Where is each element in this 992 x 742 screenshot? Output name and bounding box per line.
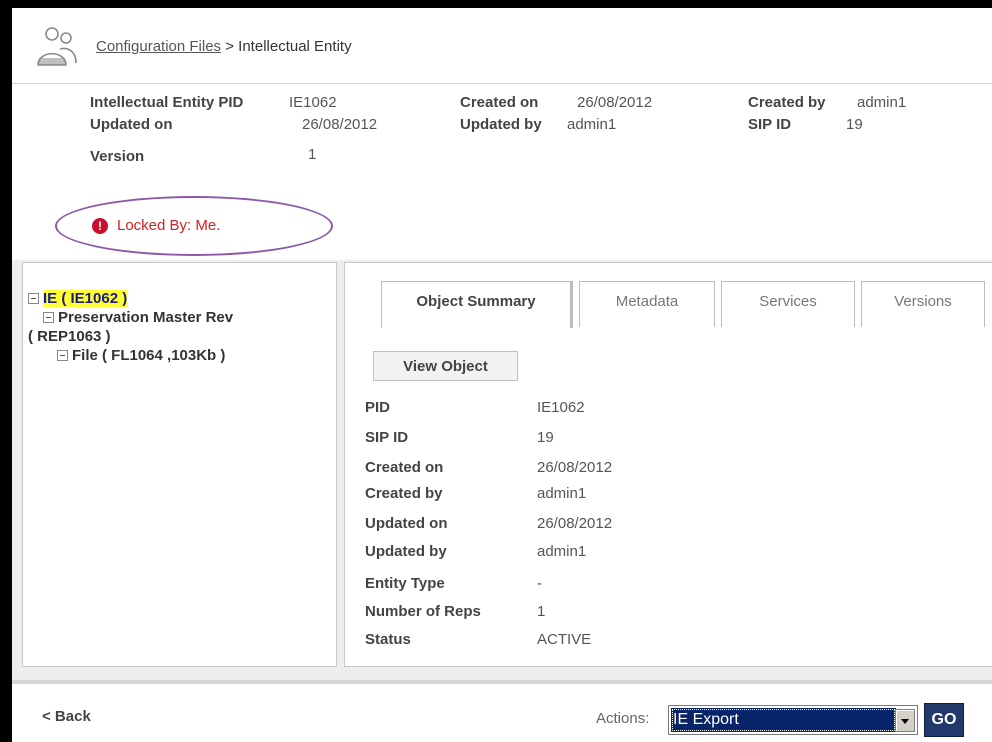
summary-status-label: Status — [365, 631, 411, 648]
warning-icon: ! — [92, 218, 108, 234]
summary-sip-id-label: SIP ID — [365, 429, 409, 446]
sip-id-label: SIP ID — [748, 116, 792, 133]
object-panel: Object Summary Metadata Services Version… — [344, 262, 992, 667]
summary-number-of-reps-value: 1 — [537, 603, 546, 620]
tab-services[interactable]: Services — [721, 281, 855, 327]
updated-on-value: 26/08/2012 — [302, 116, 378, 133]
tree-node-ie-label[interactable]: IE ( IE1062 ) — [43, 290, 128, 307]
pid-value: IE1062 — [289, 94, 337, 111]
main-area: IE ( IE1062 ) Preservation Master Rev ( … — [12, 260, 992, 680]
summary-created-on-label: Created on — [365, 459, 444, 476]
page-header: Configuration Files > Intellectual Entit… — [12, 8, 992, 84]
created-on-label: Created on — [460, 94, 539, 111]
summary-created-by-value: admin1 — [537, 485, 587, 502]
breadcrumb-current: Intellectual Entity — [238, 38, 352, 55]
created-by-value: admin1 — [857, 94, 907, 111]
actions-select-value[interactable]: IE Export — [671, 708, 896, 732]
window-frame-top — [0, 0, 992, 8]
chevron-down-icon[interactable] — [895, 709, 915, 732]
actions-label: Actions: — [596, 710, 650, 727]
pid-label: Intellectual Entity PID — [90, 94, 244, 111]
collapse-icon[interactable] — [43, 312, 54, 323]
window-frame-left — [0, 0, 12, 742]
updated-on-label: Updated on — [90, 116, 173, 133]
users-icon — [37, 27, 77, 66]
tree-node-representation[interactable]: Preservation Master Rev — [43, 309, 233, 326]
summary-sip-id-value: 19 — [537, 429, 554, 446]
created-by-label: Created by — [748, 94, 826, 111]
summary-entity-type-label: Entity Type — [365, 575, 445, 592]
sip-id-value: 19 — [846, 116, 863, 133]
version-label: Version — [90, 148, 145, 165]
tab-metadata[interactable]: Metadata — [579, 281, 715, 327]
collapse-icon[interactable] — [57, 350, 68, 361]
actions-select[interactable]: IE Export — [668, 705, 918, 735]
breadcrumb: Configuration Files > Intellectual Entit… — [96, 38, 352, 55]
summary-updated-by-label: Updated by — [365, 543, 447, 560]
version-value: 1 — [308, 146, 317, 163]
tree-node-ie[interactable]: IE ( IE1062 ) — [28, 290, 128, 307]
summary-number-of-reps-label: Number of Reps — [365, 603, 481, 620]
summary-updated-on-value: 26/08/2012 — [537, 515, 613, 532]
summary-updated-on-label: Updated on — [365, 515, 448, 532]
summary-created-on-value: 26/08/2012 — [537, 459, 613, 476]
go-button[interactable]: GO — [924, 703, 964, 737]
view-object-button[interactable]: View Object — [373, 351, 518, 381]
collapse-icon[interactable] — [28, 293, 39, 304]
locked-status: ! Locked By: Me. — [55, 196, 333, 256]
tree-node-file[interactable]: File ( FL1064 ,103Kb ) — [57, 347, 225, 364]
tree-node-representation-id[interactable]: ( REP1063 ) — [28, 328, 111, 345]
summary-pid-label: PID — [365, 399, 391, 416]
updated-by-value: admin1 — [567, 116, 617, 133]
tree-node-representation-label[interactable]: Preservation Master Rev — [58, 309, 233, 326]
back-link[interactable]: < Back — [42, 708, 91, 725]
summary-status-value: ACTIVE — [537, 631, 592, 648]
tab-versions[interactable]: Versions — [861, 281, 985, 327]
tab-object-summary[interactable]: Object Summary — [381, 281, 571, 328]
summary-entity-type-value: - — [537, 575, 542, 592]
summary-pid-value: IE1062 — [537, 399, 585, 416]
updated-by-label: Updated by — [460, 116, 542, 133]
locked-by-text: Locked By: Me. — [117, 217, 221, 234]
tree-node-file-label[interactable]: File ( FL1064 ,103Kb ) — [72, 347, 225, 364]
breadcrumb-configuration-files-link[interactable]: Configuration Files — [96, 38, 221, 55]
structure-tree: IE ( IE1062 ) Preservation Master Rev ( … — [22, 262, 337, 667]
footer-bar: < Back Actions: IE Export GO — [12, 680, 992, 742]
summary-updated-by-value: admin1 — [537, 543, 587, 560]
breadcrumb-separator: > — [225, 38, 234, 55]
summary-created-by-label: Created by — [365, 485, 443, 502]
created-on-value: 26/08/2012 — [577, 94, 653, 111]
